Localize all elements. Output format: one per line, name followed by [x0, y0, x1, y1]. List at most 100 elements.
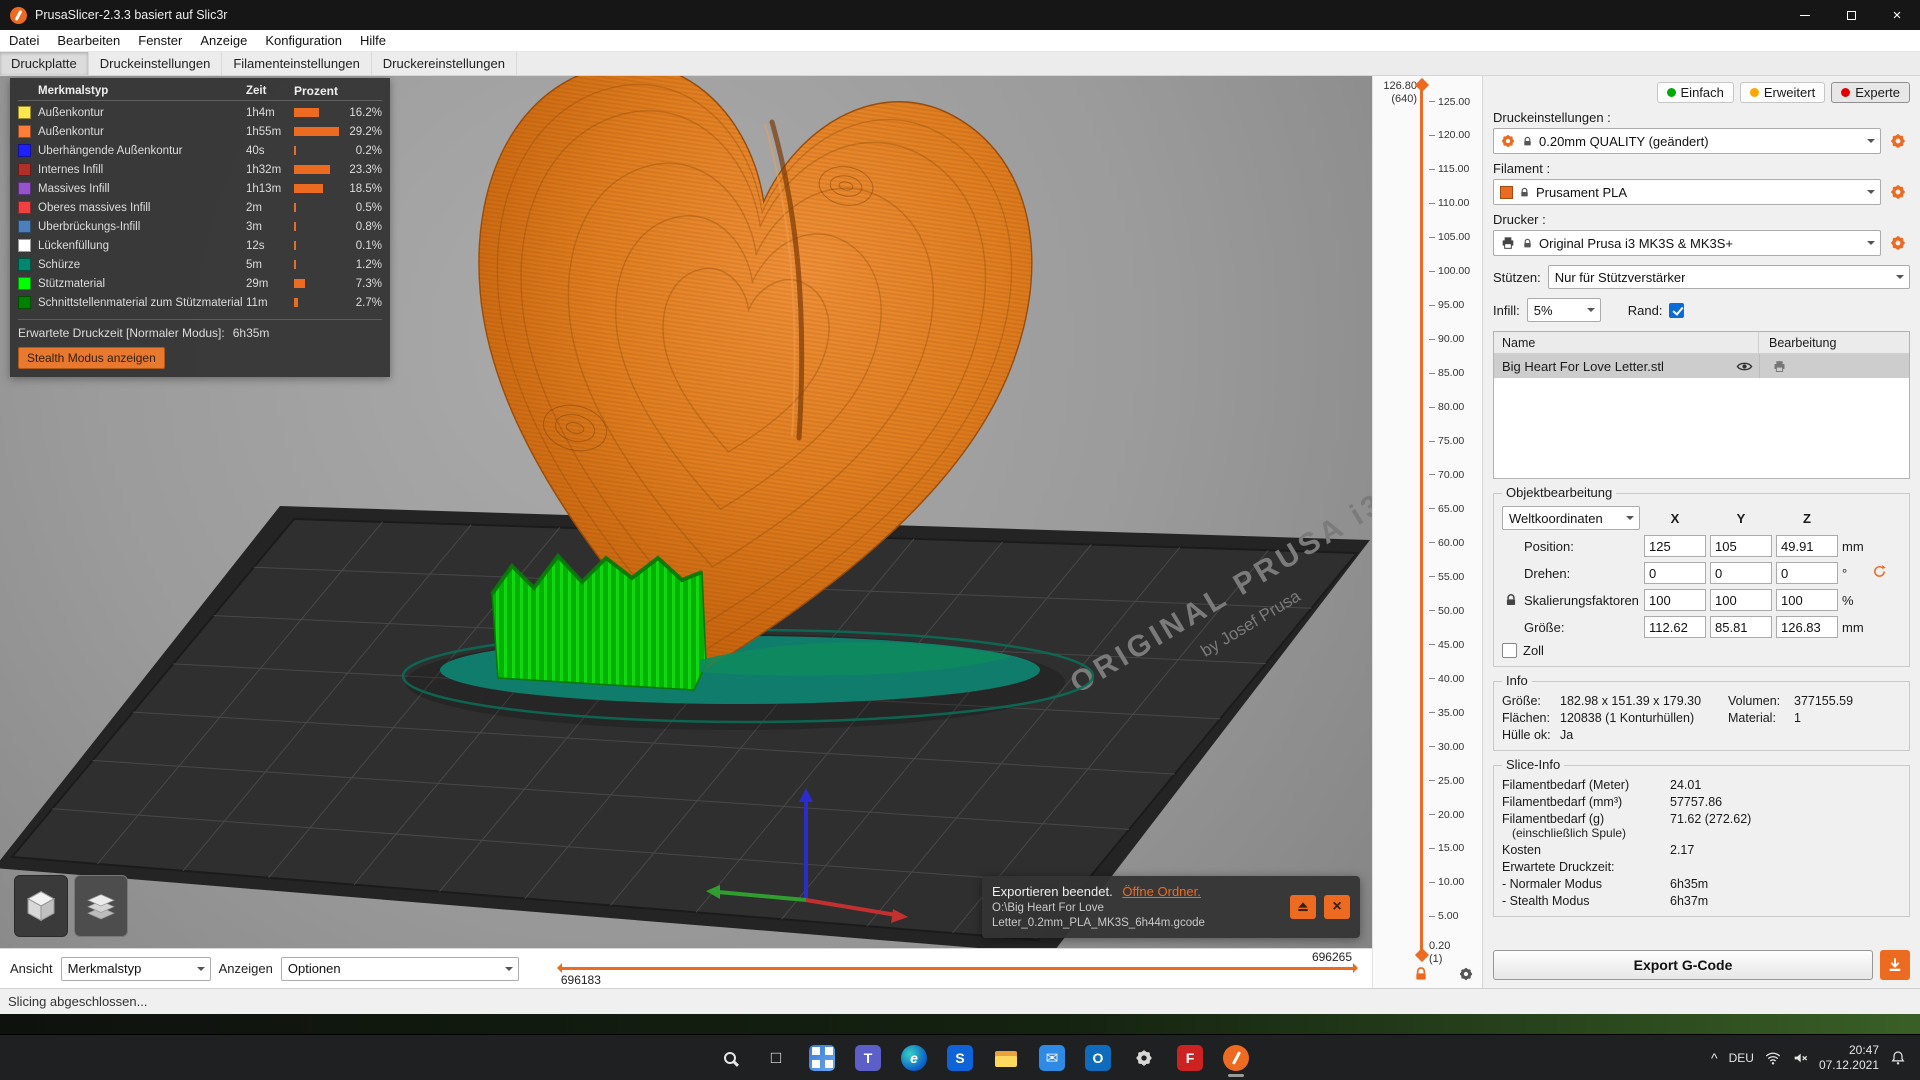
input-y[interactable] [1710, 562, 1772, 584]
taskbar-clock[interactable]: 20:47 07.12.2021 [1819, 1043, 1879, 1073]
input-y[interactable] [1710, 616, 1772, 638]
input-y[interactable] [1710, 589, 1772, 611]
view-mode-combo[interactable]: Merkmalstyp [60, 956, 211, 981]
print-settings-combo[interactable]: 0.20mm QUALITY (geändert) [1493, 128, 1881, 154]
input-z[interactable] [1776, 562, 1838, 584]
reset-rotation-button[interactable] [1872, 564, 1886, 582]
axis-y-header: Y [1736, 510, 1746, 526]
slice-info-value: 24.01 [1670, 778, 1702, 792]
notifications-bell-icon[interactable] [1890, 1050, 1906, 1066]
open-folder-link[interactable]: Öffne Ordner. [1122, 884, 1201, 899]
menu-item-anzeige[interactable]: Anzeige [191, 31, 256, 50]
input-x[interactable] [1644, 589, 1706, 611]
show-label: Anzeigen [218, 961, 273, 976]
wifi-icon[interactable] [1765, 1050, 1781, 1066]
menu-item-datei[interactable]: Datei [0, 31, 48, 50]
edit-print-settings-button[interactable] [1886, 129, 1910, 153]
layer-slider-track[interactable] [1420, 84, 1423, 956]
menu-item-fenster[interactable]: Fenster [129, 31, 191, 50]
window-controls: × [1782, 0, 1920, 30]
tab-druckplatte[interactable]: Druckplatte [0, 52, 89, 75]
mode-erweitert-button[interactable]: Erweitert [1739, 82, 1826, 103]
inch-checkbox[interactable] [1502, 643, 1517, 658]
edit-printer-icon[interactable] [1772, 359, 1787, 374]
taskbar-settings-icon[interactable] [1124, 1038, 1164, 1078]
manipulation-row: Drehen: ° [1502, 562, 1901, 584]
mode-experte-button[interactable]: Experte [1831, 82, 1910, 103]
slider-right-arrow-icon[interactable] [1353, 963, 1363, 973]
taskbar-search-icon[interactable] [710, 1038, 750, 1078]
slider-lock-icon[interactable] [1413, 966, 1429, 982]
legend-row: Schnittstellenmaterial zum Stützmaterial… [18, 293, 382, 312]
tray-language[interactable]: DEU [1729, 1051, 1754, 1065]
slider-left-arrow-icon[interactable] [552, 963, 562, 973]
printer-combo[interactable]: Original Prusa i3 MK3S & MK3S+ [1493, 230, 1881, 256]
input-x[interactable] [1644, 562, 1706, 584]
close-button[interactable]: × [1874, 0, 1920, 30]
solid-view-button[interactable] [14, 875, 68, 937]
export-gcode-button[interactable]: Export G-Code [1493, 950, 1873, 980]
input-y[interactable] [1710, 535, 1772, 557]
manipulation-row: Größe: mm [1502, 616, 1901, 638]
taskbar-teams-icon[interactable]: T [848, 1038, 888, 1078]
menu-item-bearbeiten[interactable]: Bearbeiten [48, 31, 129, 50]
manipulation-label: Position: [1524, 538, 1574, 554]
filament-combo[interactable]: Prusament PLA [1493, 179, 1881, 205]
taskbar-prusaslicer-icon[interactable] [1216, 1038, 1256, 1078]
stealth-mode-button[interactable]: Stealth Modus anzeigen [18, 347, 165, 369]
slider-track[interactable] [556, 963, 1358, 973]
volume-muted-icon[interactable] [1792, 1050, 1808, 1066]
supports-combo[interactable]: Nur für Stützverstärker [1547, 265, 1910, 289]
input-z[interactable] [1776, 616, 1838, 638]
mode-dot-icon [1841, 88, 1851, 97]
gcode-move-slider[interactable]: 696265 696183 [527, 949, 1362, 988]
visibility-eye-icon[interactable] [1736, 358, 1753, 375]
edit-printer-button[interactable] [1886, 231, 1910, 255]
taskbar-outlook-icon[interactable]: O [1078, 1038, 1118, 1078]
mode-einfach-button[interactable]: Einfach [1656, 82, 1734, 103]
axis-z-header: Z [1803, 510, 1811, 526]
slider-settings-gear-icon[interactable] [1458, 966, 1474, 982]
tab-druckeinstellungen[interactable]: Druckeinstellungen [89, 52, 223, 75]
tab-filamenteinstellungen[interactable]: Filamenteinstellungen [222, 52, 372, 75]
close-notification-button[interactable]: × [1324, 895, 1350, 919]
supports-label: Stützen: [1493, 269, 1541, 285]
taskbar-widgets-icon[interactable] [802, 1038, 842, 1078]
input-z[interactable] [1776, 535, 1838, 557]
chevron-down-icon [1862, 237, 1880, 249]
legend-row: Überhängende Außenkontur 40s 0.2% [18, 141, 382, 160]
export-sd-button[interactable] [1880, 950, 1910, 980]
taskbar-start-icon[interactable] [664, 1038, 704, 1078]
input-x[interactable] [1644, 535, 1706, 557]
taskbar-mail-icon[interactable]: ✉ [1032, 1038, 1072, 1078]
menu-item-hilfe[interactable]: Hilfe [351, 31, 395, 50]
manipulation-title: Objektbearbeitung [1502, 485, 1617, 500]
input-z[interactable] [1776, 589, 1838, 611]
tray-expand-icon[interactable]: ^ [1711, 1050, 1718, 1066]
taskbar-store-icon[interactable]: S [940, 1038, 980, 1078]
taskbar-f-app-icon[interactable]: F [1170, 1038, 1210, 1078]
minimize-button[interactable] [1782, 0, 1828, 30]
eject-button[interactable] [1290, 895, 1316, 919]
coordinate-system-combo[interactable]: Weltkoordinaten [1502, 506, 1640, 530]
viewport-3d[interactable]: ORIGINAL PRUSA i3 MK3 by Josef Prusa [0, 76, 1372, 948]
input-x[interactable] [1644, 616, 1706, 638]
object-row[interactable]: Big Heart For Love Letter.stl [1494, 354, 1909, 378]
taskbar-edge-icon[interactable]: e [894, 1038, 934, 1078]
edit-filament-button[interactable] [1886, 180, 1910, 204]
layers-view-button[interactable] [74, 875, 128, 937]
tab-druckereinstellungen[interactable]: Druckereinstellungen [372, 52, 517, 75]
menu-item-konfiguration[interactable]: Konfiguration [256, 31, 351, 50]
layer-tick: 35.00 [1429, 707, 1470, 719]
brim-checkbox[interactable] [1669, 302, 1685, 318]
taskbar-task-view-icon[interactable]: □ [756, 1038, 796, 1078]
maximize-button[interactable] [1828, 0, 1874, 30]
filament-label: Filament : [1493, 161, 1551, 176]
layer-tick: 75.00 [1429, 435, 1470, 447]
infill-combo[interactable]: 5% [1526, 298, 1601, 322]
taskbar-explorer-icon[interactable] [986, 1038, 1026, 1078]
feature-percent-bar [294, 165, 340, 175]
show-options-combo[interactable]: Optionen [280, 956, 519, 981]
scale-lock-icon[interactable] [1502, 593, 1520, 607]
layer-slider-handle-bottom[interactable] [1414, 947, 1429, 963]
